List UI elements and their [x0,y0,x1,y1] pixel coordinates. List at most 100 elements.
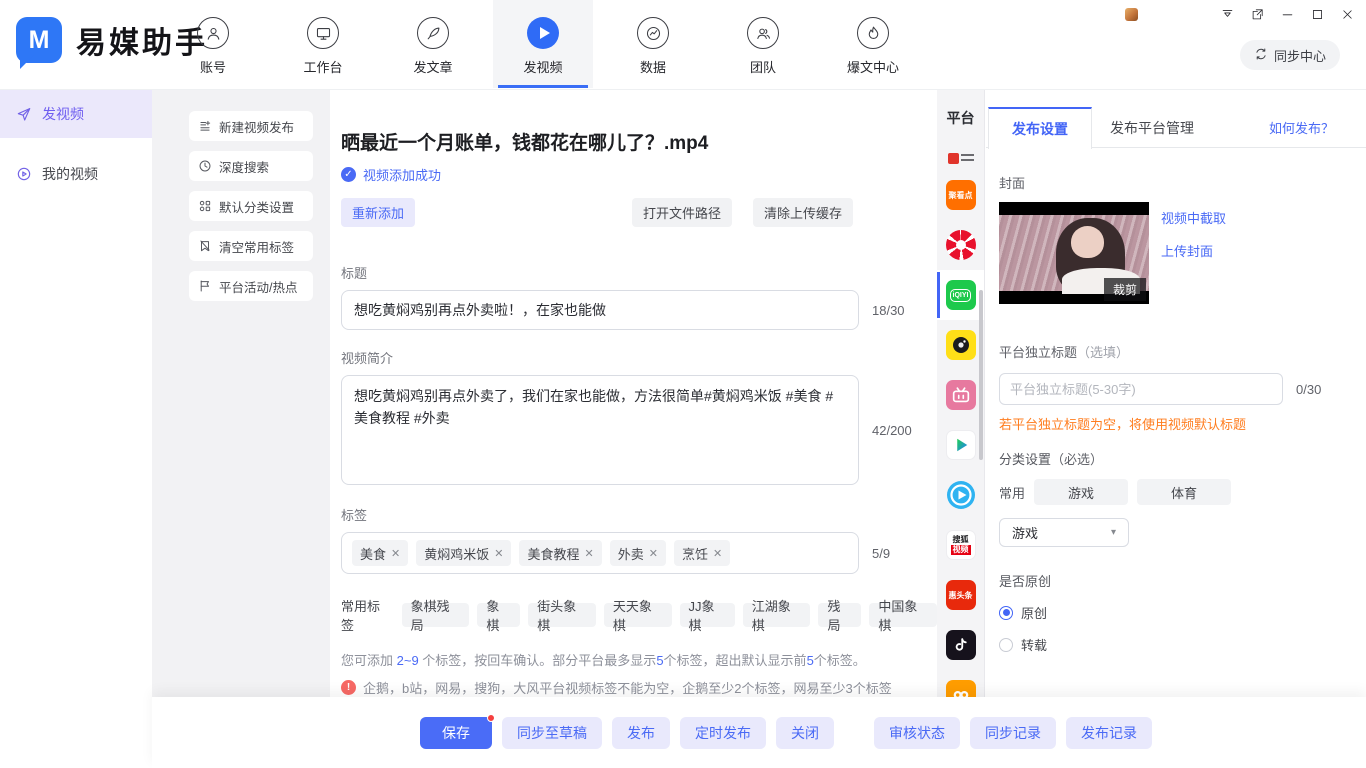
tags-input[interactable]: 美食✕黄焖鸡米饭✕美食教程✕外卖✕烹饪✕ [341,532,859,574]
hint-text: 个标签，按回车确认。部分平台最多显示 [419,653,657,668]
clear-upload-cache-button[interactable]: 清除上传缓存 [753,198,853,227]
platform-item-goggles[interactable] [937,670,984,697]
common-tag-chip[interactable]: 象棋 [477,603,520,627]
platform-item-meipai[interactable] [937,320,984,370]
category-select[interactable]: 游戏 [999,518,1129,547]
platform-item-bilibili[interactable] [937,370,984,420]
radio-checked-icon[interactable] [999,606,1013,620]
common-tag-chip[interactable]: 街头象棋 [528,603,596,627]
tag-chip[interactable]: 美食教程✕ [519,540,601,566]
radio-unchecked-icon[interactable] [999,638,1013,652]
platform-item-haokan[interactable] [937,470,984,520]
independent-title-input[interactable] [999,373,1283,405]
publish-settings-panel: 如何发布？ 发布设置发布平台管理 封面 裁剪 视频中截取上传封面 平台独立标题（… [986,90,1366,697]
remove-tag-icon[interactable]: ✕ [584,547,593,560]
quick-button-清空常用标签[interactable]: 清空常用标签 [189,231,313,261]
common-tag-chip[interactable]: 天天象棋 [604,603,672,627]
how-to-publish-link[interactable]: 如何发布？ [1269,118,1334,137]
nav-item-团队[interactable]: 团队 [713,0,813,88]
common-tag-chip[interactable]: 象棋残局 [402,603,470,627]
tab-发布平台管理[interactable]: 发布平台管理 [1094,107,1210,148]
remove-tag-icon[interactable]: ✕ [649,547,658,560]
tab-发布设置[interactable]: 发布设置 [988,107,1092,149]
monitor-icon [307,17,339,49]
minimize-button[interactable] [1279,6,1296,23]
footer-button-发布[interactable]: 发布 [612,717,670,749]
nav-item-发文章[interactable]: 发文章 [383,0,483,88]
nav-item-发视频[interactable]: 发视频 [493,0,593,88]
record-actions: 审核状态 同步记录 发布记录 [874,717,1152,749]
team-icon [747,17,779,49]
quick-button-平台活动/热点[interactable]: 平台活动/热点 [189,271,313,301]
chevron-down-icon [1111,527,1116,538]
common-tag-chip[interactable]: JJ象棋 [680,603,735,627]
menu-button[interactable] [1219,6,1236,23]
footer-button-同步至草稿[interactable]: 同步至草稿 [502,717,602,749]
platform-scrollbar[interactable] [979,290,983,460]
footer-button-label: 审核状态 [889,723,945,743]
quick-button-新建视频发布[interactable]: 新建视频发布 [189,111,313,141]
sidebar-item-label: 发视频 [42,104,84,124]
cover-thumbnail[interactable]: 裁剪 [999,202,1149,304]
description-textarea[interactable]: 想吃黄焖鸡别再点外卖了，我们在家也能做，方法很简单#黄焖鸡米饭 #美食 #美食教… [341,375,859,485]
panel-tabs: 如何发布？ 发布设置发布平台管理 [986,90,1366,148]
footer-button-发布记录[interactable]: 发布记录 [1066,717,1152,749]
sidebar-item-我的视频[interactable]: 我的视频 [0,150,152,198]
nav-item-工作台[interactable]: 工作台 [273,0,373,88]
tag-chip[interactable]: 外卖 ✕ [610,540,666,566]
platform-item-mini-news[interactable] [937,146,984,170]
remove-tag-icon[interactable]: ✕ [713,547,722,560]
cover-link-上传封面[interactable]: 上传封面 [1161,241,1226,260]
footer-button-审核状态[interactable]: 审核状态 [874,717,960,749]
platform-item-douyin[interactable] [937,620,984,670]
platform-item-huitoutiao[interactable]: 惠头条 [937,570,984,620]
popout-button[interactable] [1249,6,1266,23]
tag-chip[interactable]: 美食✕ [352,540,408,566]
footer-button-label: 发布记录 [1081,723,1137,743]
remove-tag-icon[interactable]: ✕ [494,547,503,560]
crop-cover-button[interactable]: 裁剪 [1104,278,1146,301]
tag-chip[interactable]: 烹饪✕ [674,540,730,566]
category-label: 分类设置（必选） [999,449,1366,468]
grid-icon [198,199,212,213]
platform-item-dafeng[interactable] [937,220,984,270]
platform-item-sohu-video[interactable]: 搜狐视频 [937,520,984,570]
common-tag-chip[interactable]: 江湖象棋 [743,603,811,627]
footer-button-保存[interactable]: 保存 [420,717,492,749]
platform-item-jukandian[interactable]: 聚看点 [937,170,984,220]
category-option-游戏[interactable]: 游戏 [1034,479,1128,505]
nav-item-爆文中心[interactable]: 爆文中心 [823,0,923,88]
footer-button-label: 关闭 [791,723,819,743]
open-file-path-button[interactable]: 打开文件路径 [632,198,732,227]
main-nav: 账号工作台发文章发视频数据团队爆文中心 [163,0,923,88]
original-option-原创[interactable]: 原创 [999,603,1366,622]
sync-center-button[interactable]: 同步中心 [1240,40,1340,70]
platform-item-tencent-video[interactable] [937,420,984,470]
title-input[interactable] [341,290,859,330]
common-tag-chip[interactable]: 残局 [818,603,861,627]
footer-button-定时发布[interactable]: 定时发布 [680,717,766,749]
nav-item-数据[interactable]: 数据 [603,0,703,88]
original-label: 是否原创 [999,571,1366,590]
close-button[interactable] [1339,6,1356,23]
readd-video-button[interactable]: 重新添加 [341,198,415,227]
quick-button-深度搜索[interactable]: 深度搜索 [189,151,313,181]
quick-button-默认分类设置[interactable]: 默认分类设置 [189,191,313,221]
original-option-转载[interactable]: 转载 [999,635,1366,654]
tray-icon [1125,8,1138,21]
tag-chip-label: 外卖 [618,544,644,563]
hint-highlight: 5 [656,653,663,668]
tag-chip[interactable]: 黄焖鸡米饭✕ [416,540,511,566]
platform-item-iqiyi[interactable]: iQIYI [937,270,984,320]
cover-link-视频中截取[interactable]: 视频中截取 [1161,208,1226,227]
maximize-button[interactable] [1309,6,1326,23]
logo-mark-icon: M [16,17,62,63]
sidebar-item-发视频[interactable]: 发视频 [0,90,152,138]
independent-title-counter: 0/30 [1296,382,1321,397]
remove-tag-icon[interactable]: ✕ [391,547,400,560]
common-tag-chip[interactable]: 中国象棋 [869,603,937,627]
category-option-体育[interactable]: 体育 [1137,479,1231,505]
footer-button-关闭[interactable]: 关闭 [776,717,834,749]
footer-button-同步记录[interactable]: 同步记录 [970,717,1056,749]
nav-item-账号[interactable]: 账号 [163,0,263,88]
